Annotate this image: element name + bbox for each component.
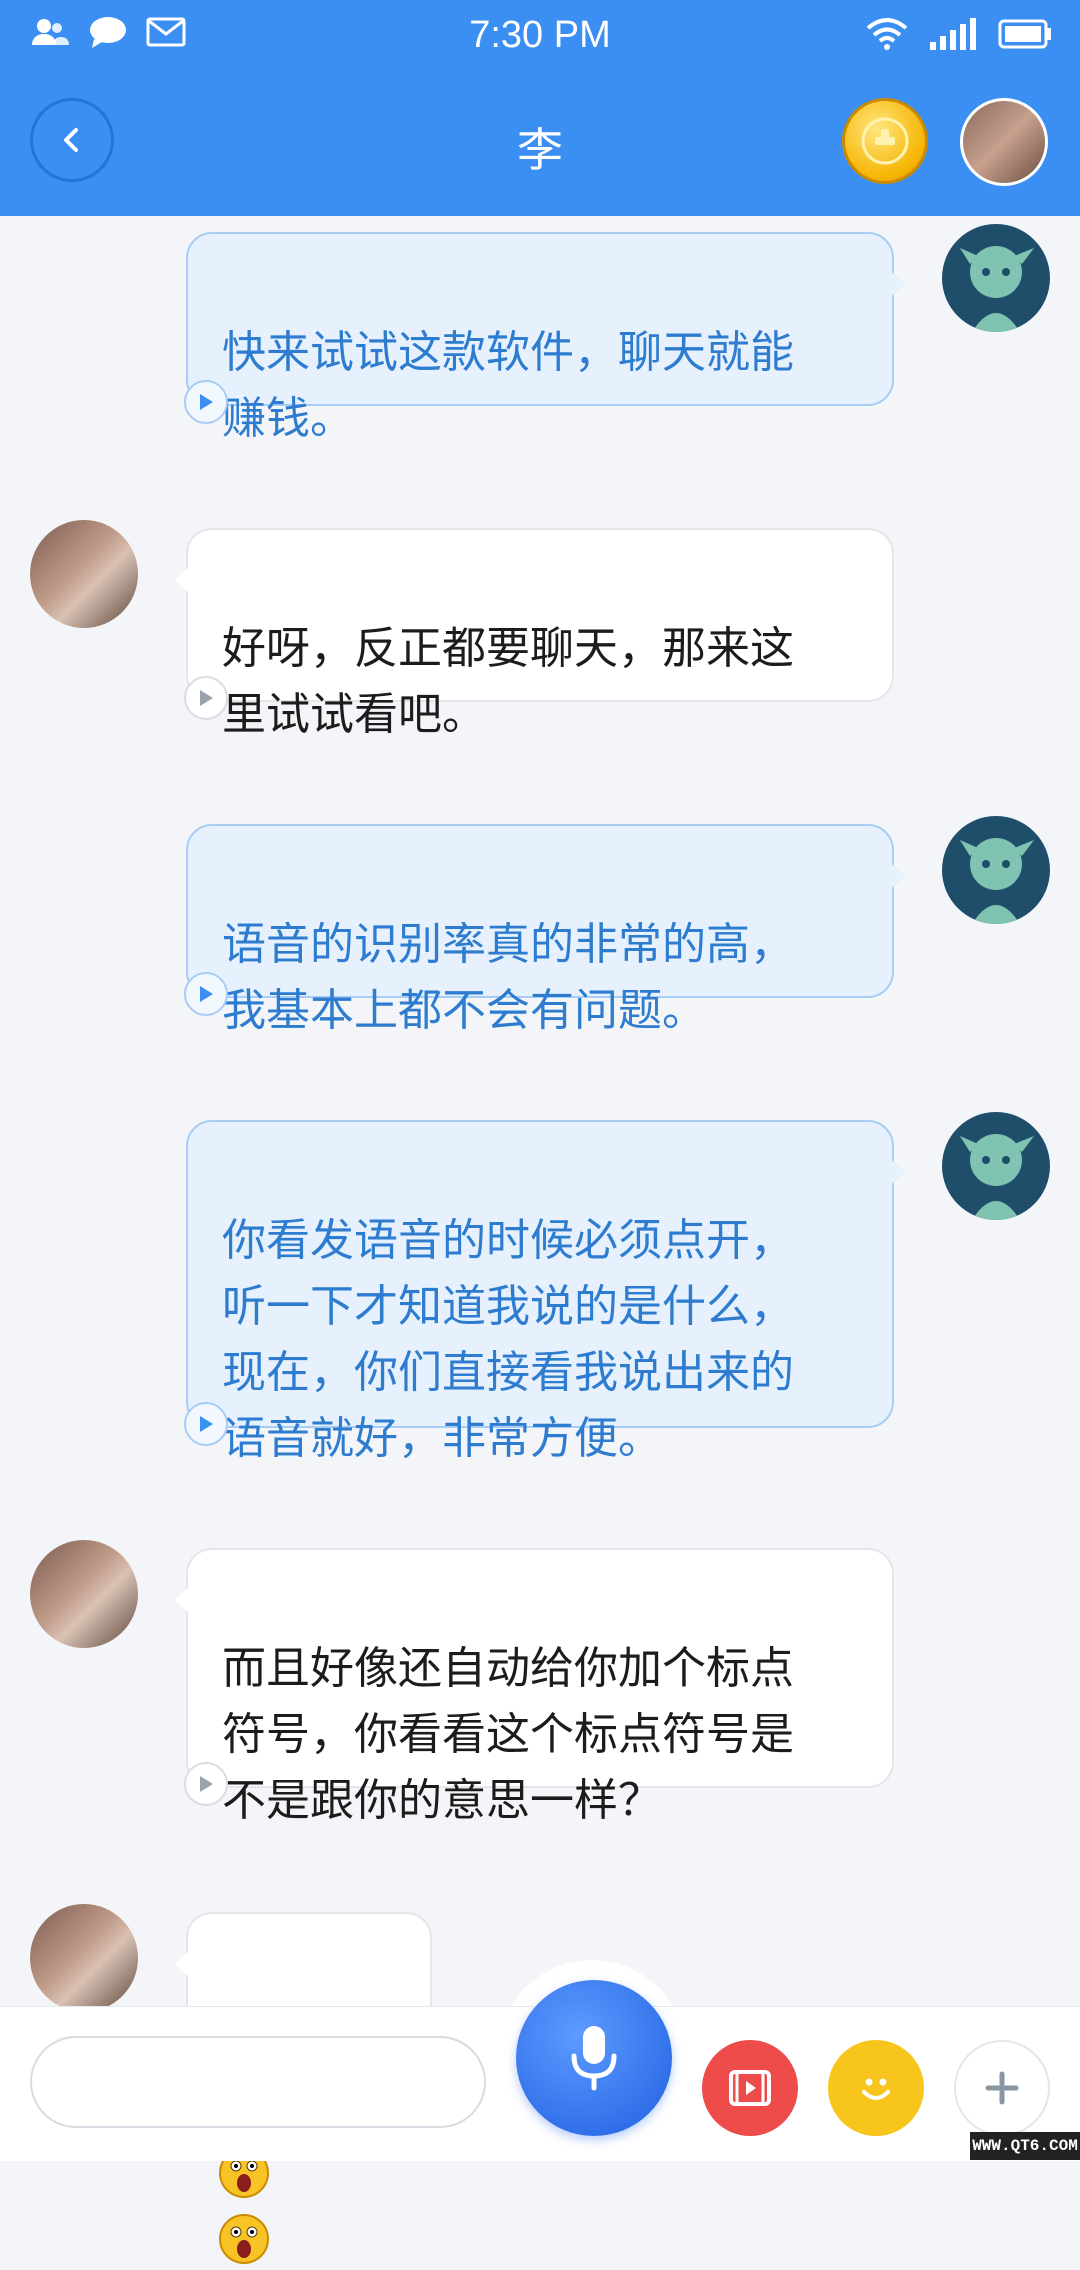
top-header: 7:30 PM 李 xyxy=(0,0,1080,216)
nav-bar: 李 xyxy=(0,84,1080,204)
my-avatar[interactable] xyxy=(942,1112,1050,1220)
message-bubble-incoming[interactable]: 好呀，反正都要聊天，那来这 里试试看吧。 xyxy=(174,528,894,740)
contact-message-avatar[interactable] xyxy=(30,520,138,628)
status-bar: 7:30 PM xyxy=(0,0,1080,72)
video-icon xyxy=(729,2070,771,2106)
play-icon xyxy=(200,394,213,410)
scream-emoji-icon xyxy=(219,2214,269,2264)
bubble-tail xyxy=(892,272,906,296)
message-text: 你看发语音的时候必须点开， 听一下才知道我说的是什么， 现在，你们直接看我说出来… xyxy=(222,1215,794,1464)
play-icon xyxy=(200,1416,213,1432)
my-avatar[interactable] xyxy=(942,224,1050,332)
plus-icon xyxy=(985,2071,1019,2105)
play-icon xyxy=(200,1776,213,1792)
wifi-icon xyxy=(866,18,908,54)
contact-avatar[interactable] xyxy=(960,98,1048,186)
message-text: 快来试试这款软件，聊天就能 赚钱。 xyxy=(222,327,794,444)
coin-icon xyxy=(861,117,909,165)
status-right-icons xyxy=(866,18,1052,54)
my-avatar[interactable] xyxy=(942,816,1050,924)
play-icon xyxy=(200,986,213,1002)
play-voice-button[interactable] xyxy=(184,380,228,424)
contact-message-avatar[interactable] xyxy=(30,1904,138,2012)
message-text: 好呀，反正都要聊天，那来这 里试试看吧。 xyxy=(222,623,794,740)
video-button[interactable] xyxy=(702,2040,798,2136)
smile-icon xyxy=(862,2078,890,2100)
bubble-tail xyxy=(892,1160,906,1184)
more-button[interactable] xyxy=(954,2040,1050,2136)
contact-message-avatar[interactable] xyxy=(30,1540,138,1648)
message-bubble-outgoing[interactable]: 语音的识别率真的非常的高， 我基本上都不会有问题。 xyxy=(184,824,906,1036)
play-voice-button[interactable] xyxy=(184,972,228,1016)
message-text: 而且好像还自动给你加个标点 符号，你看看这个标点符号是 不是跟你的意思一样？ xyxy=(222,1643,794,1826)
play-icon xyxy=(200,690,213,706)
bubble-tail xyxy=(174,1588,188,1612)
bubble-tail xyxy=(174,1952,188,1976)
signal-icon xyxy=(928,18,978,54)
message-input[interactable] xyxy=(30,2036,486,2128)
play-voice-button[interactable] xyxy=(184,1762,228,1806)
mic-icon xyxy=(571,2026,617,2091)
watermark: WWW.QT6.COM xyxy=(970,2132,1080,2160)
bubble-tail xyxy=(892,864,906,888)
message-bubble-outgoing[interactable]: 你看发语音的时候必须点开， 听一下才知道我说的是什么， 现在，你们直接看我说出来… xyxy=(184,1120,906,1464)
bubble-tail xyxy=(174,568,188,592)
voice-record-button[interactable] xyxy=(516,1980,672,2136)
battery-icon xyxy=(998,19,1052,53)
message-bubble-outgoing[interactable]: 快来试试这款软件，聊天就能 赚钱。 xyxy=(184,232,906,444)
play-voice-button[interactable] xyxy=(184,676,228,720)
play-voice-button[interactable] xyxy=(184,1402,228,1446)
message-bubble-incoming[interactable]: 而且好像还自动给你加个标点 符号，你看看这个标点符号是 不是跟你的意思一样？ xyxy=(174,1548,894,1826)
message-text: 语音的识别率真的非常的高， 我基本上都不会有问题。 xyxy=(222,919,794,1036)
emoji-button[interactable] xyxy=(828,2040,924,2136)
coin-button[interactable] xyxy=(842,98,928,184)
